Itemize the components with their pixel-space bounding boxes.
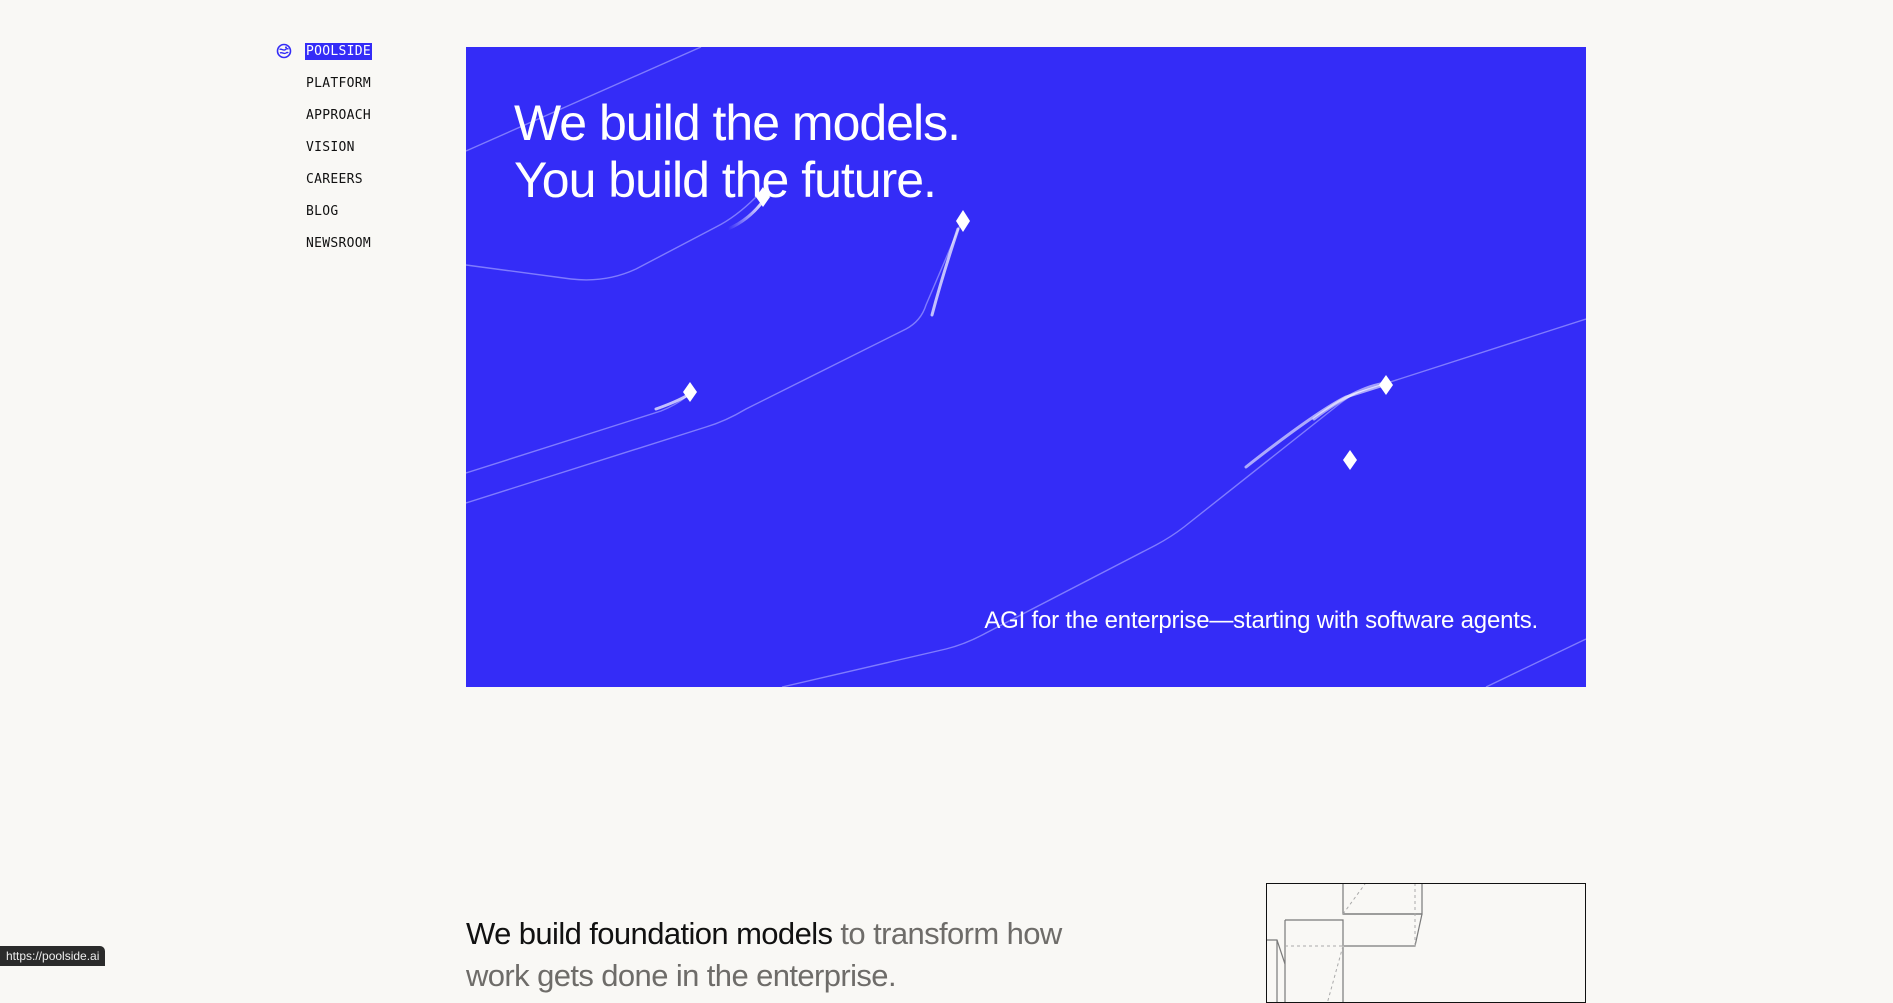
nav-item-careers[interactable]: CAREERS xyxy=(305,168,372,200)
spark-diamond xyxy=(1343,450,1357,470)
spark-diamond xyxy=(1379,375,1393,395)
spark-diamond xyxy=(683,382,697,402)
hero-title: We build the models. You build the futur… xyxy=(514,95,961,209)
nav-item-label: VISION xyxy=(306,140,355,155)
nav-item-platform[interactable]: PLATFORM xyxy=(305,72,372,104)
nav-item-label: NEWSROOM xyxy=(306,236,372,251)
nav-item-label: PLATFORM xyxy=(306,76,372,91)
hero-banner: We build the models. You build the futur… xyxy=(466,47,1586,687)
nav-item-label: BLOG xyxy=(306,204,339,219)
hero-title-line-1: We build the models. xyxy=(514,95,961,151)
hero-tagline: AGI for the enterprise—starting with sof… xyxy=(984,607,1538,634)
intro-statement: We build foundation models to transform … xyxy=(466,913,1086,997)
nav-item-label: POOLSIDE xyxy=(305,43,373,60)
status-bar-url: https://poolside.ai xyxy=(0,946,106,966)
nav-item-poolside[interactable]: POOLSIDE xyxy=(305,40,373,72)
hero-title-line-2: You build the future. xyxy=(514,152,937,208)
nav-item-approach[interactable]: APPROACH xyxy=(305,104,372,136)
poolside-logo-icon[interactable] xyxy=(276,43,292,59)
nav-item-vision[interactable]: VISION xyxy=(305,136,372,168)
isometric-diagram xyxy=(1266,883,1586,1003)
nav-item-newsroom[interactable]: NEWSROOM xyxy=(305,232,372,264)
nav-item-label: CAREERS xyxy=(306,172,363,187)
diagram-illustration xyxy=(1267,884,1423,1002)
nav-item-label: APPROACH xyxy=(306,108,372,123)
nav-item-blog[interactable]: BLOG xyxy=(305,200,372,232)
intro-statement-strong: We build foundation models xyxy=(466,916,833,951)
nav-list: POOLSIDE PLATFORM APPROACH VISION CAREER… xyxy=(305,40,373,264)
